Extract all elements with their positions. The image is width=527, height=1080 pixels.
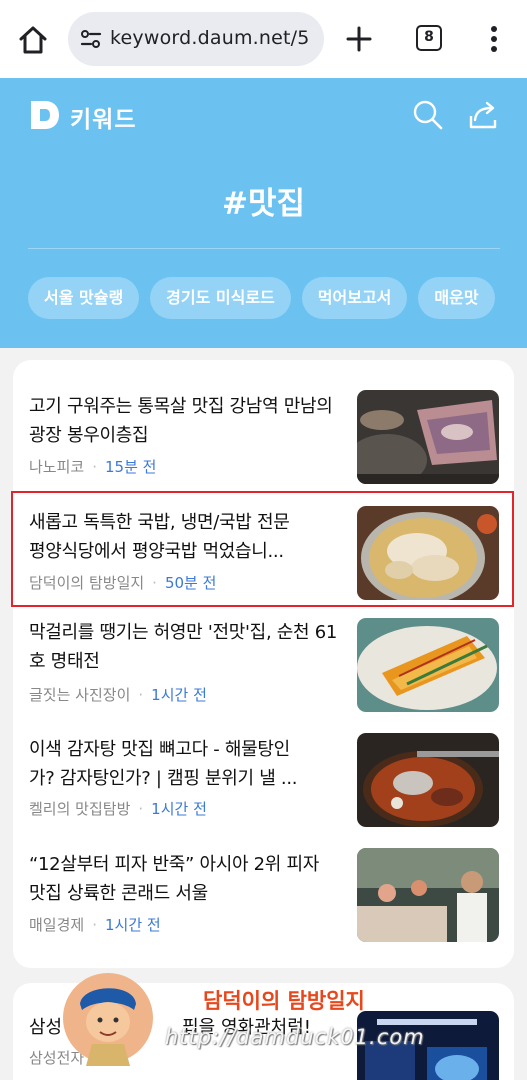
header-divider [28, 248, 500, 249]
address-bar[interactable]: keyword.daum.net/5 [68, 12, 324, 66]
meta-dot: · [92, 458, 97, 476]
article-title[interactable]: “12살부터 피자 반죽” 아시아 2위 피자 맛집 상륙한 콘래드 서울 [29, 850, 339, 908]
tab-switcher-button[interactable]: 8 [416, 25, 442, 51]
article-thumbnail[interactable] [357, 848, 499, 942]
brand-title: 키워드 [70, 107, 137, 133]
daum-logo-icon[interactable] [28, 98, 62, 132]
watermark-avatar [62, 970, 154, 1066]
category-chips: 서울 맛슐랭 경기도 미식로드 먹어보고서 매운맛 [28, 277, 527, 319]
article-thumbnail[interactable] [357, 733, 499, 827]
title-line: 이색 감자탕 맛집 뼈고다 - 해물탕인 [29, 739, 290, 760]
article-list-card: 고기 구워주는 통목살 맛집 강남역 만남의 광장 봉우이층집 나노피코 · 15분… [13, 360, 514, 968]
article-source: 담덕이의 탐방일지 [29, 574, 145, 592]
watermark-name: 담덕이의 탐방일지 [203, 988, 365, 1013]
chip-review[interactable]: 먹어보고서 [301, 277, 408, 319]
title-line: 평양식당에서 평양국밥 먹었습니... [29, 541, 284, 562]
chip-gyeonggi[interactable]: 경기도 미식로드 [150, 277, 291, 319]
article-title[interactable]: 고기 구워주는 통목살 맛집 강남역 만남의 광장 봉우이층집 [29, 392, 339, 450]
article-item-highlighted[interactable]: 새롭고 독특한 국밥, 냉면/국밥 전문 평양식당에서 평양국밥 먹었습니...… [13, 506, 514, 622]
article-time: 1시간 전 [104, 916, 161, 934]
article-time: 15분 전 [104, 458, 157, 476]
title-line: 가? 감자탕인가? | 캠핑 분위기 낼 ... [29, 768, 298, 789]
next-title-left: 삼성 [29, 1017, 63, 1038]
article-item[interactable]: “12살부터 피자 반죽” 아시아 2위 피자 맛집 상륙한 콘래드 서울 매일… [13, 848, 514, 966]
article-meta: 매일경제 · 1시간 전 [29, 914, 161, 935]
chip-spicy[interactable]: 매운맛 [418, 277, 495, 319]
article-meta: 담덕이의 탐방일지 · 50분 전 [29, 572, 216, 593]
title-line: 새롭고 독특한 국밥, 냉면/국밥 전문 [29, 512, 290, 533]
home-icon[interactable] [15, 22, 51, 58]
article-thumbnail[interactable] [357, 618, 499, 712]
tune-icon[interactable] [78, 26, 104, 52]
article-item[interactable]: 이색 감자탕 맛집 뼈고다 - 해물탕인 가? 감자탕인가? | 캠핑 분위기 … [13, 733, 514, 851]
search-icon[interactable] [411, 98, 445, 132]
article-time: 1시간 전 [151, 800, 207, 818]
share-icon[interactable] [466, 98, 500, 132]
article-meta: 켈리의 맛집탐방 · 1시간 전 [29, 798, 207, 819]
article-source: 켈리의 맛집탐방 [29, 800, 131, 818]
plus-icon[interactable] [342, 22, 376, 56]
article-thumbnail[interactable] [357, 390, 499, 484]
article-source: 나노피코 [29, 458, 85, 476]
article-source: 글짓는 사진장이 [29, 686, 131, 704]
article-title[interactable]: 새롭고 독특한 국밥, 냉면/국밥 전문 평양식당에서 평양국밥 먹었습니... [29, 508, 339, 566]
chip-seoul[interactable]: 서울 맛슐랭 [28, 277, 140, 319]
article-title[interactable]: 이색 감자탕 맛집 뼈고다 - 해물탕인 가? 감자탕인가? | 캠핑 분위기 … [29, 735, 339, 793]
keyword-header: 키워드 #맛집 서울 맛슐랭 경기도 미식로드 먹어보고서 매운맛 [0, 78, 527, 348]
article-meta: 글짓는 사진장이 · 1시간 전 [29, 684, 207, 705]
article-time: 1시간 전 [151, 686, 207, 704]
browser-toolbar: keyword.daum.net/5 8 [0, 0, 527, 78]
article-thumbnail[interactable] [357, 506, 499, 600]
meta-dot: · [138, 686, 144, 704]
article-time: 50분 전 [164, 574, 217, 592]
more-vert-icon[interactable] [484, 22, 504, 56]
meta-dot: · [138, 800, 144, 818]
article-title[interactable]: 막걸리를 땡기는 허영만 '전맛'집, 순천 61호 명태전 [29, 618, 339, 676]
meta-dot: · [92, 916, 97, 934]
article-source: 매일경제 [29, 916, 85, 934]
watermark-url: http://damduck01.com [165, 1025, 425, 1049]
article-item[interactable]: 고기 구워주는 통목살 맛집 강남역 만남의 광장 봉우이층집 나노피코 · 15분… [13, 390, 514, 506]
article-meta: 나노피코 · 15분 전 [29, 456, 156, 477]
keyword-hashtag: #맛집 [221, 186, 305, 222]
article-item[interactable]: 막걸리를 땡기는 허영만 '전맛'집, 순천 61호 명태전 글짓는 사진장이 ·… [13, 618, 514, 738]
url-text: keyword.daum.net/5 [110, 27, 310, 49]
meta-dot: · [152, 574, 157, 592]
